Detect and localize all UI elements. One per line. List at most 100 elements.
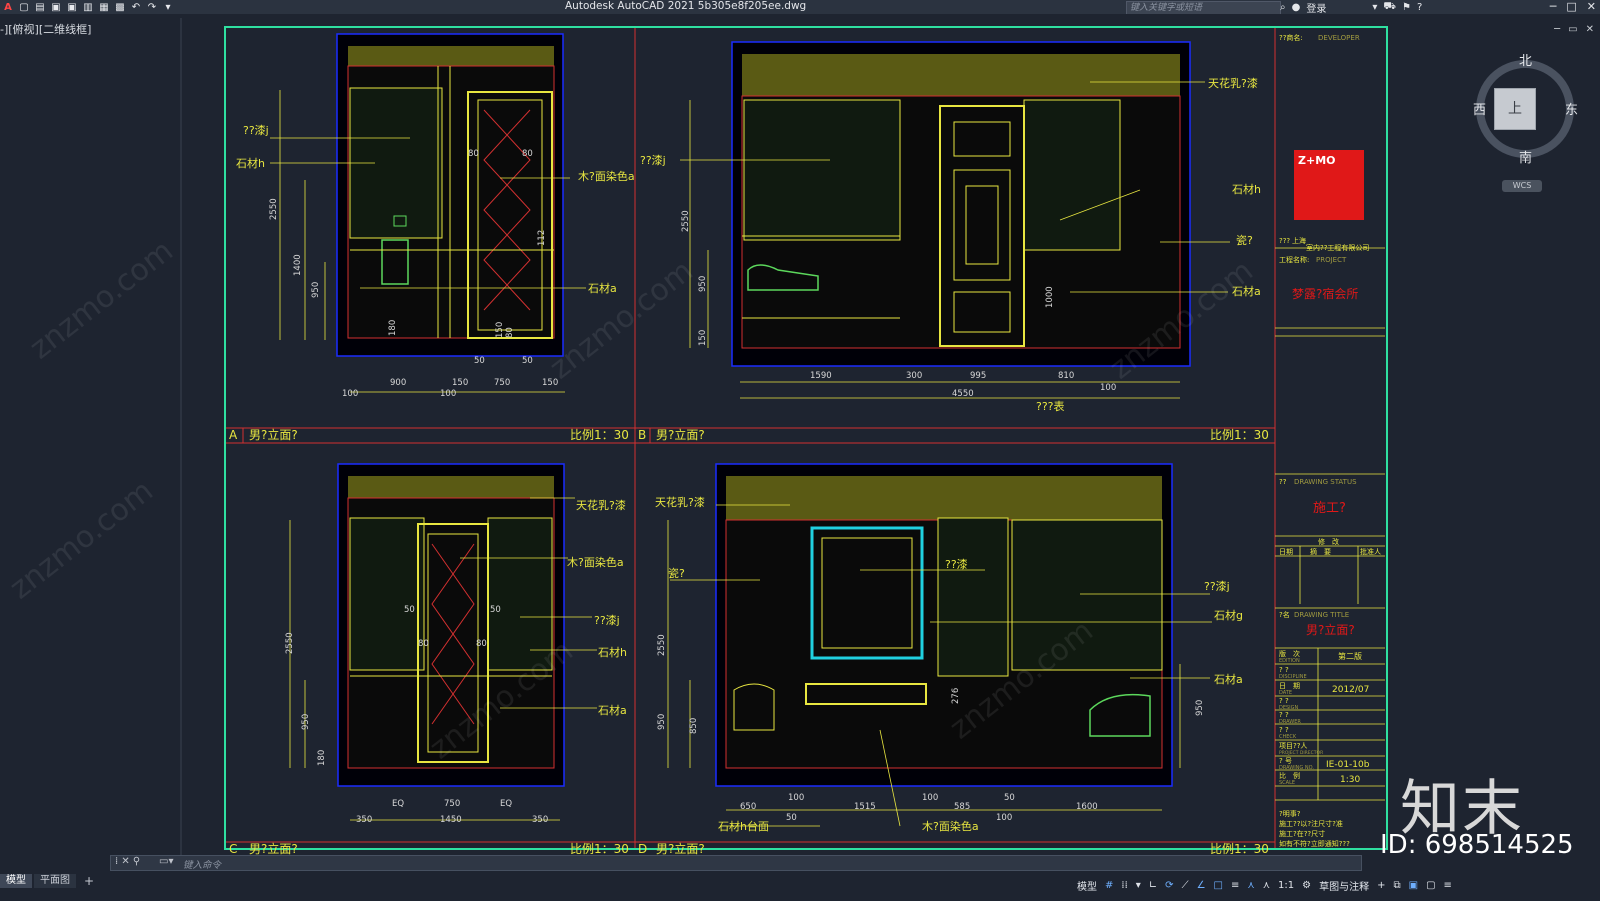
compass-south[interactable]: 南 [1519,147,1532,166]
tab-model[interactable]: 模型 [0,874,32,888]
search-icon[interactable]: ⌕ [1280,2,1286,13]
publish-icon[interactable]: ▦ [98,2,110,13]
annotation-scale[interactable]: 1:1 [1277,880,1295,891]
app-menu-icon[interactable]: A [2,2,14,13]
vp-restore-icon[interactable]: ▭ [1568,24,1577,35]
company-logo-text: Z+MO [1298,154,1336,167]
plot-icon[interactable]: ▥ [82,2,94,13]
vp-close-icon[interactable]: ✕ [1586,24,1594,35]
hardware-acceleration-icon[interactable]: ▣ [1408,880,1419,891]
drawing-canvas[interactable]: A 男?立面? 比例1：30 B 男?立面? 比例1：30 C 男?立面? 比例… [0,14,1600,867]
dim-c-9: EQ [500,799,512,809]
project-label: 工程名称: [1279,255,1309,264]
add-layout-icon[interactable]: + [78,874,100,888]
label-d-5: 石材a [1214,672,1243,686]
help-icon[interactable]: ? [1417,2,1422,13]
label-d-6: 石材h台面 [718,819,769,833]
command-close-icon[interactable]: ⁞ ✕ ⚲ [115,856,140,867]
row-0-en: EDITION [1279,658,1300,664]
dim-c-4: 50 [490,605,501,615]
revision-header: 修 改 [1318,537,1339,546]
row-7-value: IE-01-10b [1326,760,1370,770]
auto-scale-icon[interactable]: ⋏ [1262,880,1271,891]
dim-a-11: 100 [342,389,358,399]
cart-icon[interactable]: ▾ [1372,2,1377,13]
maximize-icon[interactable]: □ [1566,0,1576,14]
command-line[interactable]: ⁞ ✕ ⚲ ▭▾ 键入命令 [110,855,1362,871]
viewport-controls-label[interactable]: -][俯视][二维线框] [0,21,91,37]
customize-menu-icon[interactable]: ≡ [1443,880,1453,891]
rev-col-date: 日期 [1279,548,1293,556]
search-input[interactable]: 键入关键字或短语 [1126,1,1281,15]
model-space-button[interactable]: 模型 [1076,878,1098,893]
isodraft-icon[interactable]: ⟋ [1181,880,1190,891]
label-a-0: ??漆j [243,124,269,137]
vp-minimize-icon[interactable]: ─ [1554,24,1560,35]
label-b-1: ??漆j [640,154,666,167]
redo-icon[interactable]: ↷ [146,2,158,13]
snap-dropdown-icon[interactable]: ▾ [1135,880,1142,891]
minimize-icon[interactable]: ─ [1550,0,1557,14]
dim-d-12: 1600 [1076,802,1098,812]
isolate-objects-icon[interactable]: ⧉ [1392,880,1401,891]
lineweight-icon[interactable]: ≡ [1230,880,1240,891]
label-a-1: 石材h [236,156,265,170]
compass-west[interactable]: 西 [1473,99,1486,118]
compass-north[interactable]: 北 [1519,50,1532,69]
object-snap-icon[interactable]: □ [1213,880,1224,891]
polar-icon[interactable]: ⟳ [1164,880,1174,891]
command-input[interactable]: 键入命令 [183,857,221,871]
label-c-0: 天花乳?漆 [576,499,626,512]
compass-east[interactable]: 东 [1565,99,1578,118]
dim-d-6: 100 [788,793,804,803]
label-c-2: ??漆j [594,614,620,627]
grid-icon[interactable]: # [1104,880,1114,891]
dim-a-9: 50 [474,356,485,366]
ortho-icon[interactable]: ∟ [1148,880,1158,891]
row-8-en: SCALE [1279,780,1295,786]
object-snap-tracking-icon[interactable]: ∠ [1196,880,1207,891]
viewport-window-controls: ─ ▭ ✕ [1554,24,1594,35]
rev-col-approver: 批准人 [1360,547,1381,556]
save-as-icon[interactable]: ▣ [66,2,78,13]
dim-c-3: 50 [404,605,415,615]
tab-plan[interactable]: 平面图 [34,874,76,888]
dim-d-0: 2550 [657,634,667,656]
title-value: 男?立面? [1306,622,1355,637]
annotation-visibility-icon[interactable]: ⋏ [1246,880,1255,891]
panel-a-letter: A [229,428,238,442]
open-folder-icon[interactable]: ▤ [34,2,46,13]
undo-icon[interactable]: ↶ [130,2,142,13]
share-icon[interactable]: ⚑ [1402,2,1411,13]
command-history-icon[interactable]: ▭▾ [159,856,173,867]
toolbar-dropdown-icon[interactable]: ▾ [162,2,174,13]
dim-d-11: 50 [1004,793,1015,803]
snap-icon[interactable]: ⁞⁞ [1120,880,1128,891]
gear-icon[interactable]: ⚙ [1301,880,1312,891]
user-icon[interactable]: ● [1292,2,1301,13]
save-icon[interactable]: ▣ [50,2,62,13]
wcs-menu[interactable]: WCS [1502,180,1542,192]
dim-a-2: 950 [311,282,321,298]
new-file-icon[interactable]: ▢ [18,2,30,13]
designer-label: ??商名: [1279,33,1303,42]
label-d-0: 天花乳?漆 [655,496,705,509]
dim-b-1: 950 [698,276,708,292]
panel-d-scale: 比例1：30 [1210,842,1269,856]
dim-b-0: 2550 [681,210,691,232]
plus-icon[interactable]: + [1376,880,1386,891]
label-d-7: 木?面染色a [922,819,979,833]
login-button[interactable]: 登录 [1306,0,1326,15]
app-store-icon[interactable]: ⛟ [1383,1,1396,14]
viewcube-top-face[interactable]: 上 [1494,88,1536,130]
dim-b-6: 995 [970,371,986,381]
dim-d-13: 100 [996,813,1012,823]
dim-a-6: 112 [537,230,547,246]
workspace-switch[interactable]: 草图与注释 [1318,878,1370,893]
row-6-en: PROJECT DIRECTOR [1279,750,1323,756]
dim-c-11: 1450 [440,815,462,825]
project-en: PROJECT [1316,256,1347,264]
close-icon[interactable]: ✕ [1587,0,1596,14]
print-icon[interactable]: ▩ [114,2,126,13]
clean-screen-icon[interactable]: ▢ [1425,880,1436,891]
